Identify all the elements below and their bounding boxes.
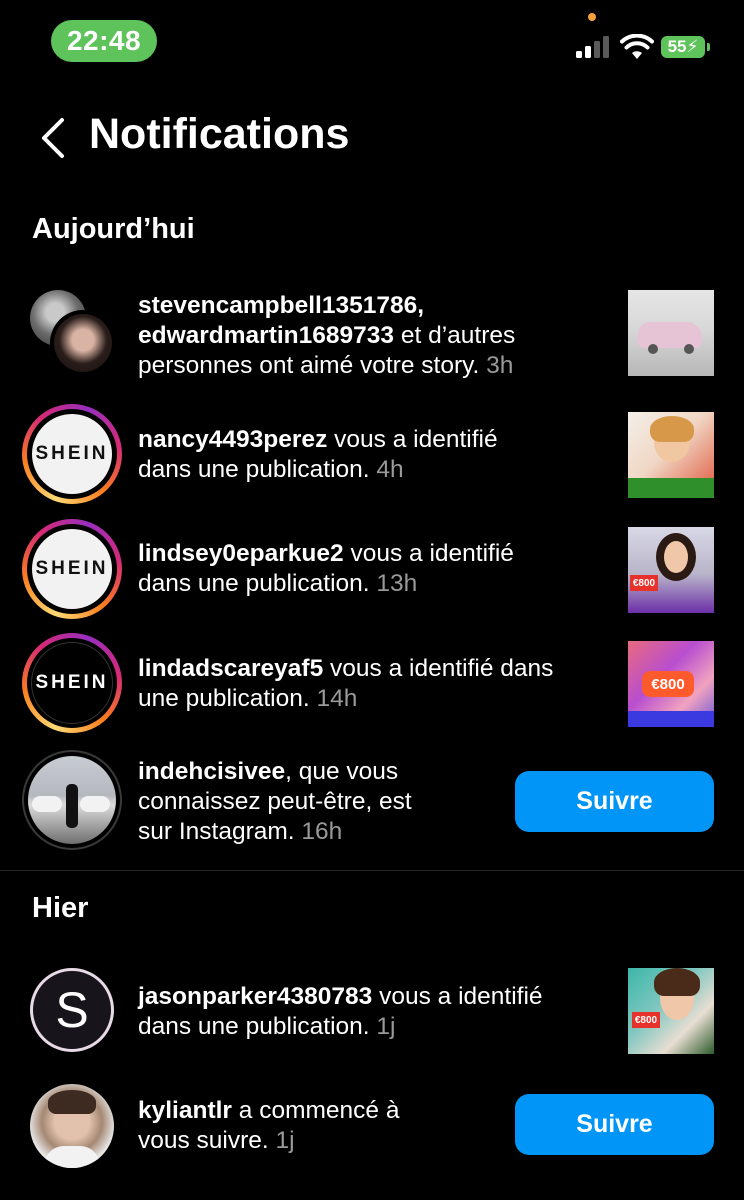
notification-message: et d’autres — [394, 322, 516, 349]
notification-text: lindadscareyaf5 vous a identifié dans un… — [138, 654, 553, 714]
notification-message: , que vous — [285, 758, 399, 785]
username[interactable]: nancy4493perez — [138, 426, 327, 453]
avatar-initial: S — [55, 982, 89, 1038]
avatar[interactable] — [28, 756, 116, 844]
notification-text: jasonparker4380783 vous a identifié dans… — [138, 982, 543, 1042]
avatar[interactable]: SHEIN — [22, 633, 122, 733]
username[interactable]: kyliantlr — [138, 1097, 232, 1124]
section-header-today: Aujourd’hui — [32, 213, 195, 245]
timestamp: 1j — [376, 1013, 396, 1040]
timestamp: 13h — [376, 570, 418, 597]
username[interactable]: jasonparker4380783 — [138, 983, 372, 1010]
notification-message: dans une publication. — [138, 1013, 370, 1040]
notification-message: personnes ont aimé votre story. — [138, 352, 480, 379]
notification-message: vous a identifié — [343, 540, 514, 567]
username[interactable]: stevencampbell1351786, — [138, 292, 424, 319]
avatar[interactable]: S — [30, 968, 114, 1052]
timestamp: 1j — [275, 1127, 295, 1154]
notification-text: nancy4493perez vous a identifié dans une… — [138, 425, 498, 485]
post-thumbnail[interactable]: €800 — [628, 641, 714, 727]
timestamp: 4h — [376, 456, 404, 483]
page-title: Notifications — [89, 110, 350, 158]
notification-message: vous a identifié — [327, 426, 498, 453]
notification-text: stevencampbell1351786, edwardmartin16897… — [138, 291, 515, 381]
cellular-signal-icon — [576, 36, 609, 58]
price-tag: €800 — [642, 671, 694, 697]
post-thumbnail[interactable]: €800 — [628, 527, 714, 613]
avatar — [54, 314, 112, 372]
username[interactable]: lindadscareyaf5 — [138, 655, 323, 682]
price-tag: €800 — [632, 1012, 660, 1028]
notification-message: dans une publication. — [138, 570, 370, 597]
shein-logo: SHEIN — [31, 642, 113, 724]
back-chevron-icon[interactable] — [36, 114, 72, 162]
avatar[interactable] — [30, 1084, 114, 1168]
price-tag: €800 — [630, 575, 658, 591]
charging-bolt-icon: ⚡ — [686, 37, 699, 56]
notification-message: vous a identifié dans — [323, 655, 554, 682]
notification-message: a commencé à — [231, 1097, 400, 1124]
username[interactable]: indehcisivee — [138, 758, 285, 785]
notification-text: indehcisivee, que vous connaissez peut-ê… — [138, 757, 412, 847]
notification-message: vous suivre. — [138, 1127, 269, 1154]
username[interactable]: lindsey0eparkue2 — [138, 540, 344, 567]
post-thumbnail[interactable] — [628, 412, 714, 498]
avatar[interactable]: SHEIN — [22, 519, 122, 619]
notification-text: lindsey0eparkue2 vous a identifié dans u… — [138, 539, 514, 599]
camera-indicator-icon — [588, 13, 596, 21]
timestamp: 3h — [486, 352, 514, 379]
wifi-icon — [620, 34, 654, 59]
notification-message: sur Instagram. — [138, 818, 295, 845]
post-thumbnail[interactable]: €800 — [628, 968, 714, 1054]
username[interactable]: edwardmartin1689733 — [138, 322, 394, 349]
follow-button[interactable]: Suivre — [515, 1094, 714, 1155]
timestamp: 16h — [301, 818, 343, 845]
battery-level: 55 — [667, 37, 687, 56]
shein-logo: SHEIN — [32, 529, 112, 609]
notification-message: connaissez peut-être, est — [138, 788, 412, 815]
notification-message: dans une publication. — [138, 456, 370, 483]
notification-message: une publication. — [138, 685, 310, 712]
avatar[interactable]: SHEIN — [22, 404, 122, 504]
post-thumbnail[interactable] — [628, 290, 714, 376]
battery-indicator: 55 ⚡ — [661, 36, 710, 58]
follow-button[interactable]: Suivre — [515, 771, 714, 832]
shein-logo: SHEIN — [32, 414, 112, 494]
notification-message: vous a identifié — [372, 983, 543, 1010]
section-header-yesterday: Hier — [32, 892, 89, 924]
notification-text: kyliantlr a commencé à vous suivre. 1j — [138, 1096, 399, 1156]
timestamp: 14h — [316, 685, 358, 712]
status-time: 22:48 — [51, 20, 157, 62]
section-divider — [0, 870, 744, 871]
